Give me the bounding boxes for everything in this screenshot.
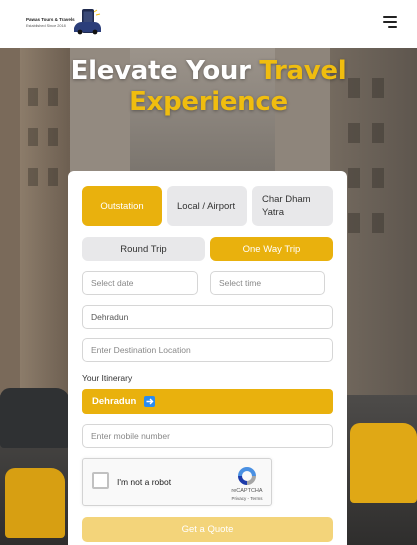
recaptcha-logo-icon bbox=[238, 467, 256, 485]
hamburger-menu-icon[interactable] bbox=[383, 16, 397, 28]
pickup-location-input[interactable]: Dehradun bbox=[82, 305, 333, 329]
recaptcha-privacy-terms-link[interactable]: Privacy - Terms bbox=[225, 496, 269, 501]
time-input[interactable]: Select time bbox=[210, 271, 325, 295]
tab-local-airport[interactable]: Local / Airport bbox=[167, 186, 247, 226]
headline-white-text: Elevate Your bbox=[70, 56, 260, 86]
tab-outstation[interactable]: Outstation bbox=[82, 186, 162, 226]
brand-tagline: Established Since 2018 bbox=[26, 24, 66, 28]
tab-one-way-trip[interactable]: One Way Trip bbox=[210, 237, 333, 261]
recaptcha-checkbox[interactable] bbox=[92, 472, 109, 489]
itinerary-bar: Dehradun bbox=[82, 389, 333, 414]
site-header: Pawas Tours & Travels Established Since … bbox=[0, 0, 417, 48]
phone-car-logo-icon bbox=[74, 9, 101, 35]
get-quote-button[interactable]: Get a Quote bbox=[82, 517, 333, 542]
hero-headline: Elevate Your Travel Experience bbox=[0, 56, 417, 118]
headline-gold-text: Travel bbox=[259, 56, 347, 86]
recaptcha-label: I'm not a robot bbox=[117, 477, 172, 487]
right-arrow-icon bbox=[144, 396, 156, 407]
recaptcha-brand: reCAPTCHA bbox=[231, 488, 263, 494]
tab-round-trip[interactable]: Round Trip bbox=[82, 237, 205, 261]
headline-second-line: Experience bbox=[129, 87, 288, 117]
recaptcha-widget: I'm not a robot reCAPTCHA Privacy - Term… bbox=[82, 458, 272, 506]
itinerary-value: Dehradun bbox=[92, 396, 137, 407]
brand-logo[interactable]: Pawas Tours & Travels Established Since … bbox=[26, 8, 102, 38]
tab-char-dham-yatra[interactable]: Char Dham Yatra bbox=[252, 186, 333, 226]
mobile-number-input[interactable]: Enter mobile number bbox=[82, 424, 333, 448]
brand-name: Pawas Tours & Travels bbox=[26, 17, 75, 22]
itinerary-label: Your Itinerary bbox=[82, 373, 133, 383]
destination-input[interactable]: Enter Destination Location bbox=[82, 338, 333, 362]
date-input[interactable]: Select date bbox=[82, 271, 198, 295]
